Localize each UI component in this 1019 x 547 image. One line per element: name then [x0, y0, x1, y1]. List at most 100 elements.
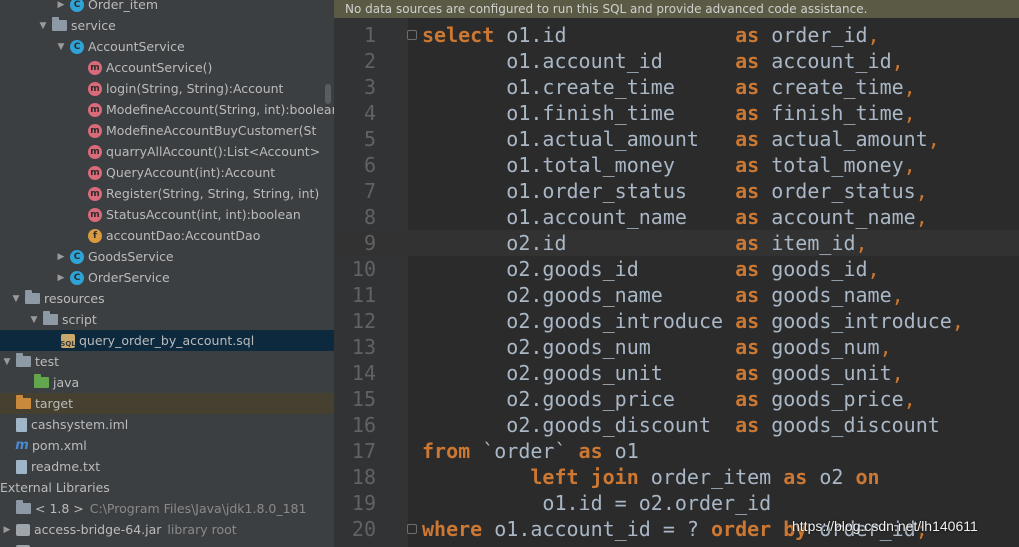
tree-item[interactable]: readme.txt: [0, 456, 334, 477]
tree-item-label: query_order_by_account.sql: [79, 333, 255, 348]
tree-scrollbar[interactable]: [325, 84, 331, 104]
code-line[interactable]: 8 o1.account_name as account_name,: [334, 204, 1019, 230]
code-text: o2.goods_name as goods_name,: [422, 283, 903, 307]
line-number: 17: [351, 439, 376, 463]
line-number: 11: [351, 283, 376, 307]
tree-item[interactable]: ▶ C OrderService: [0, 267, 334, 288]
code-line[interactable]: 17 from `order` as o1: [334, 438, 1019, 464]
code-line[interactable]: 15 o2.goods_price as goods_price,: [334, 386, 1019, 412]
code-line[interactable]: 11 o2.goods_name as goods_name,: [334, 282, 1019, 308]
package-folder-icon: [52, 17, 67, 31]
tree-item[interactable]: ▶ C GoodsService: [0, 246, 334, 267]
fold-marker-icon[interactable]: [407, 524, 417, 534]
tree-item[interactable]: SQL query_order_by_account.sql: [0, 330, 334, 351]
code-token: goods_name: [759, 283, 892, 307]
fold-marker-icon[interactable]: [407, 30, 417, 40]
collapse-arrow-icon[interactable]: ▶: [56, 0, 66, 10]
line-number: 1: [363, 23, 376, 47]
expand-arrow-icon[interactable]: ▼: [29, 315, 39, 325]
sql-keyword: as: [735, 283, 760, 307]
tree-item[interactable]: ▼ resources: [0, 288, 334, 309]
code-text: o2.id as item_id,: [422, 231, 867, 255]
method-icon: m: [88, 165, 102, 180]
code-line[interactable]: 19 o1.id = o2.order_id: [334, 490, 1019, 516]
folder-icon: [25, 290, 40, 304]
code-line[interactable]: 3 o1.create_time as create_time,: [334, 74, 1019, 100]
code-token: o1.id: [494, 23, 736, 47]
tree-item[interactable]: ▶ access-bridge-64.jar library root: [0, 519, 334, 540]
tree-item[interactable]: f accountDao:AccountDao: [0, 225, 334, 246]
tree-item[interactable]: External Libraries: [0, 477, 334, 498]
line-number: 18: [351, 465, 376, 489]
code-token: o2.goods_price: [422, 387, 736, 411]
sql-keyword: as: [783, 465, 808, 489]
tree-item[interactable]: m pom.xml: [0, 435, 334, 456]
expand-arrow-icon[interactable]: ▼: [2, 357, 12, 367]
code-token: total_money: [759, 153, 904, 177]
tree-item[interactable]: m quarryAllAccount():List<Account>: [0, 141, 334, 162]
punctuation: ,: [903, 153, 916, 177]
sql-keyword: as: [735, 153, 760, 177]
code-line[interactable]: 6 o1.total_money as total_money,: [334, 152, 1019, 178]
code-line[interactable]: 2 o1.account_id as account_id,: [334, 48, 1019, 74]
tree-item[interactable]: java: [0, 372, 334, 393]
punctuation: ,: [867, 257, 880, 281]
code-line[interactable]: 7 o1.order_status as order_status,: [334, 178, 1019, 204]
tree-item[interactable]: m ModefineAccountBuyCustomer(St: [0, 120, 334, 141]
code-text: o1.id = o2.order_id: [422, 491, 771, 515]
code-token: o2.id: [422, 231, 736, 255]
code-line[interactable]: 5 o1.actual_amount as actual_amount,: [334, 126, 1019, 152]
tree-item[interactable]: m StatusAccount(int, int):boolean: [0, 204, 334, 225]
tree-item[interactable]: m QueryAccount(int):Account: [0, 162, 334, 183]
code-token: o1.finish_time: [422, 101, 736, 125]
collapse-arrow-icon[interactable]: ▶: [56, 273, 66, 283]
sql-keyword: as: [735, 361, 760, 385]
tree-item[interactable]: cashsystem.iml: [0, 414, 334, 435]
tree-item[interactable]: ▼ C AccountService: [0, 36, 334, 57]
tree-item[interactable]: m ModefineAccount(String, int):boolean: [0, 99, 334, 120]
class-icon: C: [70, 0, 84, 12]
code-token: o1.account_id = ?: [482, 517, 711, 541]
tree-item[interactable]: ▶: [0, 540, 334, 547]
collapse-arrow-icon[interactable]: ▶: [2, 525, 12, 535]
code-line[interactable]: 14 o2.goods_unit as goods_unit,: [334, 360, 1019, 386]
tree-item[interactable]: target: [0, 393, 334, 414]
sql-editor[interactable]: No data sources are configured to run th…: [334, 0, 1019, 547]
tree-item[interactable]: m Register(String, String, String, int): [0, 183, 334, 204]
code-line[interactable]: 4 o1.finish_time as finish_time,: [334, 100, 1019, 126]
code-line[interactable]: 10 o2.goods_id as goods_id,: [334, 256, 1019, 282]
tree-item[interactable]: ▼ test: [0, 351, 334, 372]
tree-item-label: Register(String, String, String, int): [106, 186, 320, 201]
tree-item[interactable]: m AccountService(): [0, 57, 334, 78]
tree-item[interactable]: ▶ C Order_item: [0, 0, 334, 15]
code-token: finish_time: [759, 101, 904, 125]
code-line[interactable]: 12 o2.goods_introduce as goods_introduce…: [334, 308, 1019, 334]
code-token: o1: [602, 439, 639, 463]
expand-arrow-icon[interactable]: ▼: [56, 42, 66, 52]
sql-keyword: as: [735, 179, 760, 203]
method-icon: m: [88, 81, 102, 96]
punctuation: ,: [903, 75, 916, 99]
line-number: 10: [351, 257, 376, 281]
code-line[interactable]: 9 o2.id as item_id,: [334, 230, 1019, 256]
code-text: o1.create_time as create_time,: [422, 75, 916, 99]
code-line[interactable]: 18 left join order_item as o2 on: [334, 464, 1019, 490]
tree-item[interactable]: ▼ script: [0, 309, 334, 330]
tree-item[interactable]: < 1.8 > C:\Program Files\Java\jdk1.8.0_18…: [0, 498, 334, 519]
tree-item-label: resources: [44, 291, 105, 306]
tree-item-label: External Libraries: [0, 480, 110, 495]
tree-item-label: StatusAccount(int, int):boolean: [106, 207, 301, 222]
code-line[interactable]: 16 o2.goods_discount as goods_discount: [334, 412, 1019, 438]
expand-arrow-icon[interactable]: ▼: [11, 294, 21, 304]
sql-keyword: as: [735, 101, 760, 125]
excluded-folder-icon: [16, 395, 31, 409]
tree-item[interactable]: m login(String, String):Account: [0, 78, 334, 99]
tree-item[interactable]: ▼ service: [0, 15, 334, 36]
code-token: o2: [807, 465, 856, 489]
collapse-arrow-icon[interactable]: ▶: [56, 252, 66, 262]
expand-arrow-icon[interactable]: ▼: [38, 21, 48, 31]
line-number: 15: [351, 387, 376, 411]
jar-icon: [16, 523, 30, 536]
code-line[interactable]: 13 o2.goods_num as goods_num,: [334, 334, 1019, 360]
code-line[interactable]: 1 select o1.id as order_id,: [334, 22, 1019, 48]
